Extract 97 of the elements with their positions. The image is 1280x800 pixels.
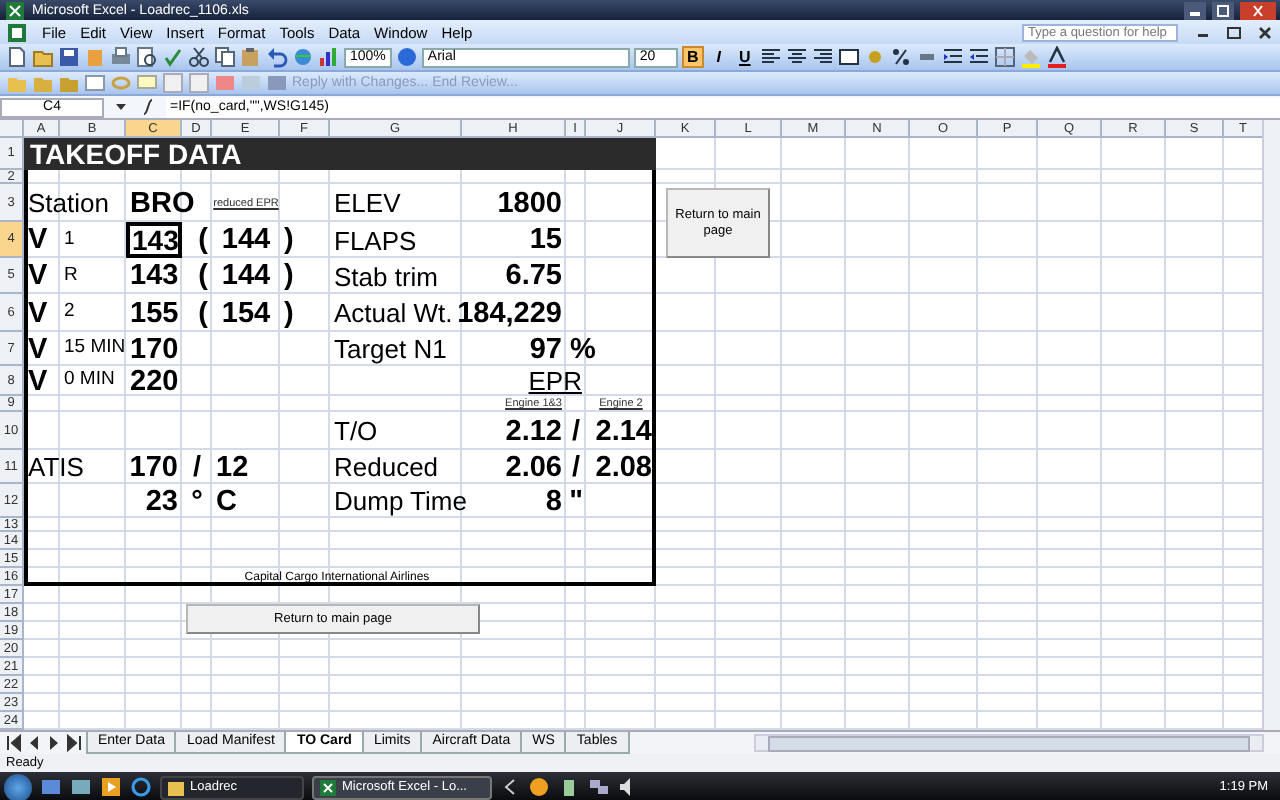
- cut-icon[interactable]: [188, 46, 210, 68]
- indent-icon[interactable]: [941, 46, 964, 68]
- paste-icon[interactable]: [240, 46, 262, 68]
- table-cell: V: [28, 332, 48, 366]
- vertical-scrollbar[interactable]: [1262, 120, 1280, 730]
- printer-icon[interactable]: [110, 46, 132, 68]
- table-cell: /: [571, 450, 581, 484]
- table-cell-text: Stab trim: [334, 259, 439, 294]
- chevron-icon[interactable]: [500, 776, 520, 798]
- network-icon[interactable]: [588, 776, 610, 798]
- undo-icon[interactable]: [266, 46, 288, 68]
- table-cell: 143: [130, 258, 179, 294]
- table-cell-text: V: [28, 295, 48, 332]
- table-cell: 12: [216, 450, 249, 484]
- previous-sheet-icon[interactable]: [26, 732, 42, 754]
- table-cell-text: T/O: [334, 414, 378, 450]
- table-cell: 8: [545, 484, 562, 518]
- table-cell-text: 15 MIN: [64, 334, 126, 362]
- table-cell-text: 155: [130, 295, 179, 332]
- bold-button[interactable]: B: [681, 46, 704, 68]
- table-cell-text: 184,229: [457, 295, 562, 332]
- sheet-title: TAKEOFF DATA: [30, 138, 244, 170]
- table-cell-text: 2: [64, 298, 75, 326]
- table-cell: 0 MIN: [64, 366, 115, 392]
- table-cell: (: [198, 258, 208, 294]
- last-sheet-icon[interactable]: [66, 732, 82, 754]
- spreadsheet-icon: [320, 779, 336, 795]
- outdent-icon[interactable]: [967, 46, 990, 68]
- table-cell-text: 154: [221, 295, 271, 332]
- table-cell: 143: [126, 222, 182, 258]
- folder-icon: [168, 779, 184, 795]
- table-cell: V: [28, 258, 48, 294]
- table-cell: Target N1: [334, 332, 447, 366]
- table-cell: 220: [130, 366, 179, 396]
- media-player-icon[interactable]: [100, 776, 122, 798]
- table-cell: 144: [221, 222, 271, 258]
- table-cell-text: /: [571, 413, 581, 450]
- table-cell: Reduced: [334, 450, 439, 484]
- table-cell: %: [570, 332, 596, 366]
- table-cell: 2.08: [595, 450, 652, 484]
- table-cell-text: (: [198, 295, 208, 332]
- underline-button[interactable]: U: [733, 46, 756, 68]
- table-cell: ): [284, 222, 294, 258]
- copy-icon[interactable]: [214, 46, 236, 68]
- fill-color-icon[interactable]: [1019, 46, 1042, 68]
- table-cell: V: [28, 366, 48, 396]
- table-cell: C: [216, 484, 237, 518]
- table-cell-text: R: [64, 261, 78, 289]
- minimize-icon[interactable]: [1184, 0, 1206, 21]
- percent-icon[interactable]: [889, 46, 912, 68]
- align-center-icon[interactable]: [785, 46, 808, 68]
- table-cell: (: [198, 222, 208, 258]
- table-cell: EPR: [528, 366, 582, 396]
- table-cell-text: 2.12: [505, 413, 562, 450]
- close-icon[interactable]: [1240, 0, 1276, 21]
- table-cell-text: BRO: [130, 185, 195, 222]
- first-sheet-icon[interactable]: [6, 732, 22, 754]
- table-cell: °: [191, 484, 203, 518]
- table-cell-text: ELEV: [334, 186, 401, 222]
- table-cell: 97: [529, 332, 562, 366]
- start-button[interactable]: [4, 773, 32, 800]
- align-right-icon[interactable]: [811, 46, 834, 68]
- chart-icon[interactable]: [318, 46, 340, 68]
- table-cell: ): [284, 258, 294, 294]
- next-sheet-icon[interactable]: [46, 732, 62, 754]
- merge-cells-icon[interactable]: [837, 46, 860, 68]
- table-cell: ": [569, 484, 583, 518]
- table-cell-text: ): [284, 295, 294, 332]
- align-left-icon[interactable]: [759, 46, 782, 68]
- table-cell-text: 1: [64, 225, 75, 253]
- table-cell-text: Station: [28, 186, 109, 222]
- restore-icon[interactable]: [1224, 21, 1242, 43]
- browser-icon[interactable]: [130, 776, 152, 798]
- table-cell: 144: [221, 258, 271, 294]
- table-cell-text: FLAPS: [334, 223, 417, 258]
- table-cell: 2.06: [505, 450, 562, 484]
- table-cell: Dump Time: [334, 484, 467, 518]
- maximize-icon[interactable]: [1212, 0, 1234, 21]
- table-cell: /: [192, 450, 202, 484]
- table-cell: 23: [145, 484, 178, 518]
- horizontal-scrollbar[interactable]: [754, 734, 1264, 752]
- table-cell: 170: [129, 450, 178, 484]
- table-cell: 15: [529, 222, 562, 258]
- table-cell-text: Actual Wt.: [334, 296, 453, 332]
- font-color-icon[interactable]: [1045, 46, 1068, 68]
- italic-button[interactable]: I: [707, 46, 730, 68]
- table-cell: 6.75: [505, 258, 562, 294]
- table-cell: 170: [130, 332, 179, 366]
- print-preview-icon[interactable]: [136, 46, 158, 68]
- table-cell-text: 1800: [497, 185, 562, 222]
- borders-icon[interactable]: [993, 46, 1016, 68]
- close-icon[interactable]: [1256, 21, 1274, 43]
- save-icon[interactable]: [58, 46, 80, 68]
- table-cell-text: 2.14: [595, 413, 652, 450]
- spreadsheet-icon[interactable]: [4, 0, 26, 21]
- table-cell: V: [28, 222, 48, 258]
- table-cell: ATIS: [28, 450, 84, 484]
